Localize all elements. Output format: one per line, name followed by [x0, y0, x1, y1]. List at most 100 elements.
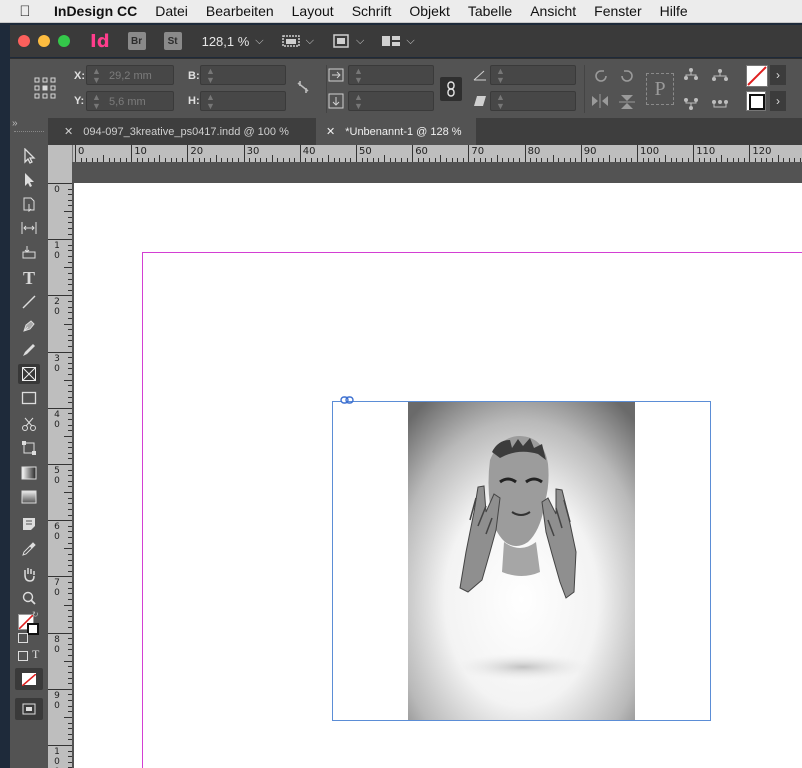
menu-hilfe[interactable]: Hilfe [660, 3, 688, 19]
scissors-tool-icon[interactable] [18, 414, 40, 434]
view-options-icon[interactable] [280, 33, 302, 49]
swap-colors-icon[interactable]: ↻ [32, 610, 39, 619]
select-container-icon[interactable] [682, 67, 700, 90]
vertical-ruler[interactable]: 0 1 0 2 0 3 0 4 0 5 0 6 0 7 0 8 0 9 0 1 0 0 [48, 145, 73, 768]
formatting-container-icon[interactable] [18, 651, 28, 661]
view-options-chevron-icon[interactable]: ⌵ [306, 35, 314, 48]
menu-ansicht[interactable]: Ansicht [530, 3, 576, 19]
gap-tool-icon[interactable] [18, 218, 40, 238]
rotate-clockwise-icon[interactable] [592, 67, 610, 90]
ruler-major-tick [637, 145, 638, 162]
default-colors-icon[interactable] [18, 633, 28, 643]
close-tab-icon[interactable]: ✕ [64, 125, 73, 138]
selection-tool-icon[interactable] [18, 146, 40, 166]
link-scale-button[interactable] [440, 77, 462, 101]
zoom-window-button[interactable] [58, 35, 70, 47]
hand-tool-icon[interactable] [18, 564, 40, 584]
rectangle-tool-icon[interactable] [18, 388, 40, 408]
reference-point-icon[interactable] [34, 77, 56, 104]
ruler-major-tick [48, 351, 72, 353]
width-field[interactable]: ▲ ▼ [200, 65, 286, 85]
close-window-button[interactable] [18, 35, 30, 47]
close-tab-icon[interactable]: ✕ [326, 125, 335, 138]
constrain-proportions-icon[interactable] [296, 79, 310, 98]
apple-icon[interactable]:  [16, 3, 34, 20]
y-field[interactable]: ▲ ▼ 5,6 mm [86, 91, 174, 111]
direct-selection-tool-icon[interactable] [18, 170, 40, 190]
collapse-panel-icon[interactable]: » [12, 118, 18, 129]
x-stepper-icon[interactable]: ▲ ▼ [92, 67, 101, 85]
content-collector-tool-icon[interactable] [18, 242, 40, 262]
screen-mode-chevron-icon[interactable]: ⌵ [356, 35, 364, 48]
menu-tabelle[interactable]: Tabelle [468, 3, 512, 19]
ruler-major-tick [580, 145, 582, 162]
horizontal-ruler[interactable]: 010203040506070809010011012013 [72, 145, 802, 163]
pencil-tool-icon[interactable] [18, 340, 40, 360]
link-badge-icon[interactable] [340, 395, 354, 405]
screen-mode-icon[interactable] [330, 33, 352, 49]
menu-app-name[interactable]: InDesign CC [54, 3, 137, 19]
type-tool-icon[interactable]: T [18, 268, 40, 288]
height-label: H: [188, 95, 200, 107]
screen-mode-button[interactable] [15, 698, 43, 720]
rotate-counterclockwise-icon[interactable] [618, 67, 636, 90]
tab-094-097-indd[interactable]: ✕ 094-097_3kreative_ps0417.indd @ 100 % [54, 118, 289, 145]
apply-none-button[interactable] [15, 668, 43, 690]
scale-y-stepper-icon[interactable]: ▲ ▼ [354, 93, 363, 111]
scale-x-stepper-icon[interactable]: ▲ ▼ [354, 67, 363, 85]
pen-tool-icon[interactable] [18, 316, 40, 336]
gradient-feather-tool-icon[interactable] [18, 487, 40, 507]
paragraph-flip-icon[interactable]: P [646, 73, 674, 105]
ruler-minor-tick [327, 155, 329, 162]
fill-chevron-icon[interactable]: › [770, 65, 786, 85]
arrange-documents-chevron-icon[interactable]: ⌵ [406, 35, 414, 48]
minimize-window-button[interactable] [38, 35, 50, 47]
rotate-stepper-icon[interactable]: ▲ ▼ [496, 67, 505, 85]
gradient-swatch-tool-icon[interactable] [18, 463, 40, 483]
eyedropper-tool-icon[interactable] [18, 539, 40, 559]
shear-stepper-icon[interactable]: ▲ ▼ [496, 93, 505, 111]
zoom-tool-icon[interactable] [18, 588, 40, 608]
tab-unbenannt-1[interactable]: ✕ *Unbenannt-1 @ 128 % [316, 118, 476, 145]
panel-grip[interactable] [14, 131, 44, 134]
flip-vertical-icon[interactable] [618, 93, 636, 116]
control-panel: X: ▲ ▼ 29,2 mm Y: ▲ ▼ 5,6 mm B: ▲ ▼ H: ▲ ▼ ▲ ▼ … [10, 58, 802, 120]
free-transform-tool-icon[interactable] [18, 438, 40, 458]
shear-field[interactable]: ▲ ▼ [490, 91, 576, 111]
fill-none-swatch[interactable] [746, 65, 768, 87]
select-next-object-icon[interactable] [708, 93, 732, 116]
menu-objekt[interactable]: Objekt [409, 3, 449, 19]
flip-horizontal-icon[interactable] [590, 93, 610, 114]
height-stepper-icon[interactable]: ▲ ▼ [206, 93, 215, 111]
graphic-frame[interactable] [332, 401, 711, 721]
stroke-swatch-tool[interactable] [27, 623, 39, 635]
rotate-field[interactable]: ▲ ▼ [490, 65, 576, 85]
scale-y-field[interactable]: ▲ ▼ [348, 91, 434, 111]
bridge-button[interactable]: Br [127, 32, 146, 50]
select-previous-object-icon[interactable] [708, 67, 732, 90]
select-content-icon[interactable] [682, 93, 700, 116]
rectangle-frame-tool-icon[interactable] [18, 364, 40, 384]
y-stepper-icon[interactable]: ▲ ▼ [92, 93, 101, 111]
note-tool-icon[interactable] [18, 514, 40, 534]
scale-x-field[interactable]: ▲ ▼ [348, 65, 434, 85]
ruler-major-tick [48, 239, 72, 241]
menu-datei[interactable]: Datei [155, 3, 188, 19]
menu-schrift[interactable]: Schrift [352, 3, 392, 19]
menu-bearbeiten[interactable]: Bearbeiten [206, 3, 274, 19]
zoom-dropdown-icon[interactable]: ⌵ [255, 35, 263, 48]
menu-fenster[interactable]: Fenster [594, 3, 641, 19]
formatting-text-icon[interactable]: T [32, 647, 39, 662]
line-tool-icon[interactable] [18, 292, 40, 312]
x-field[interactable]: ▲ ▼ 29,2 mm [86, 65, 174, 85]
zoom-level[interactable]: 128,1 % [202, 34, 250, 49]
stroke-chevron-icon[interactable]: › [770, 91, 786, 111]
none-slash-icon [747, 66, 767, 86]
arrange-documents-icon[interactable] [380, 33, 402, 49]
page-tool-icon[interactable] [18, 194, 40, 214]
menu-layout[interactable]: Layout [292, 3, 334, 19]
height-field[interactable]: ▲ ▼ [200, 91, 286, 111]
stock-button[interactable]: St [163, 32, 182, 50]
stroke-swatch[interactable] [746, 91, 766, 111]
width-stepper-icon[interactable]: ▲ ▼ [206, 67, 215, 85]
